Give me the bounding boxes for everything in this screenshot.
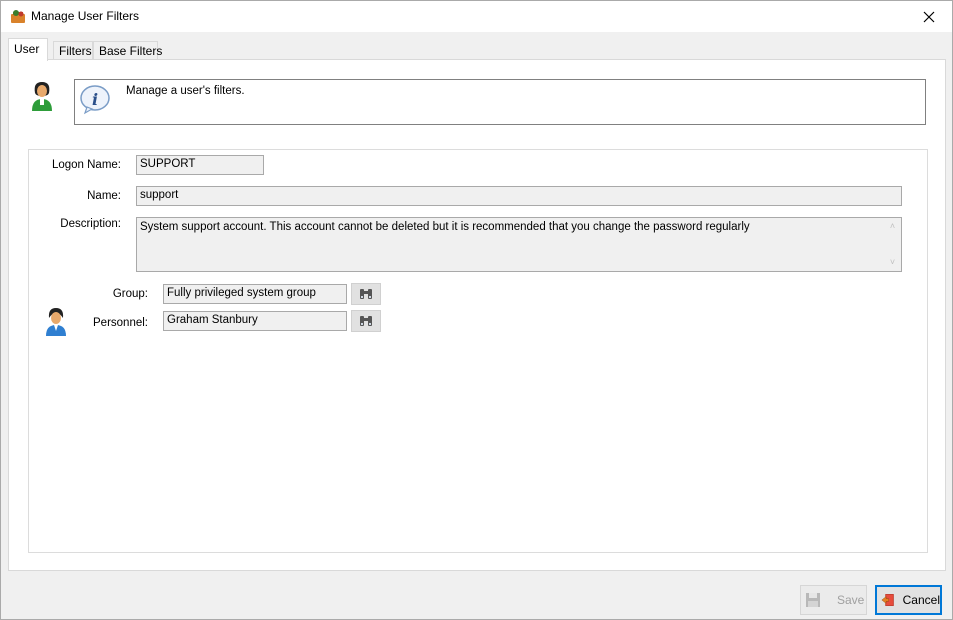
description-label: Description:	[60, 218, 121, 230]
user-tab-page: i Manage a user's filters. Logon Name: S…	[8, 59, 946, 571]
cancel-button-label: Cancel	[902, 593, 940, 607]
personnel-icon	[46, 308, 66, 336]
floppy-disk-icon	[806, 593, 820, 607]
binoculars-icon	[360, 316, 372, 326]
personnel-field[interactable]: Graham Stanbury	[163, 311, 347, 331]
title-bar: Manage User Filters	[1, 1, 952, 32]
window-title: Manage User Filters	[31, 9, 140, 23]
scroll-down-icon[interactable]: ˅	[888, 258, 897, 267]
description-scrollbar[interactable]: ˄ ˅	[884, 218, 901, 271]
info-banner: i Manage a user's filters.	[74, 79, 926, 125]
user-icon	[32, 82, 52, 111]
tab-filters[interactable]: Filters	[53, 41, 93, 60]
logon-name-field[interactable]: SUPPORT	[136, 155, 264, 175]
group-label: Group:	[112, 288, 148, 300]
tab-base-filters[interactable]: Base Filters	[93, 41, 162, 60]
user-filters-icon	[11, 10, 25, 23]
description-text: System support account. This account can…	[140, 221, 750, 233]
name-label: Name:	[87, 190, 121, 202]
group-search-button[interactable]	[351, 283, 381, 305]
svg-text:i: i	[92, 90, 98, 109]
group-field[interactable]: Fully privileged system group	[163, 284, 347, 304]
info-icon: i	[80, 85, 110, 115]
personnel-label: Personnel:	[93, 317, 148, 329]
info-text: Manage a user's filters.	[126, 85, 245, 97]
exit-door-icon	[881, 594, 894, 606]
tab-user[interactable]: User	[8, 38, 48, 61]
close-icon	[923, 11, 935, 22]
user-details-panel: Logon Name: SUPPORT Name: support Descri…	[28, 149, 928, 553]
name-field[interactable]: support	[136, 186, 902, 206]
cancel-button[interactable]: Cancel	[875, 585, 942, 615]
close-button[interactable]	[906, 1, 952, 32]
description-field[interactable]: System support account. This account can…	[136, 217, 902, 272]
logon-name-label: Logon Name:	[51, 159, 121, 171]
binoculars-icon	[360, 289, 372, 299]
personnel-search-button[interactable]	[351, 310, 381, 332]
save-button[interactable]: Save	[800, 585, 867, 615]
save-button-label: Save	[837, 593, 865, 607]
scroll-up-icon[interactable]: ˄	[888, 222, 897, 231]
manage-user-filters-window: Manage User Filters User Filters Base Fi…	[0, 0, 953, 620]
